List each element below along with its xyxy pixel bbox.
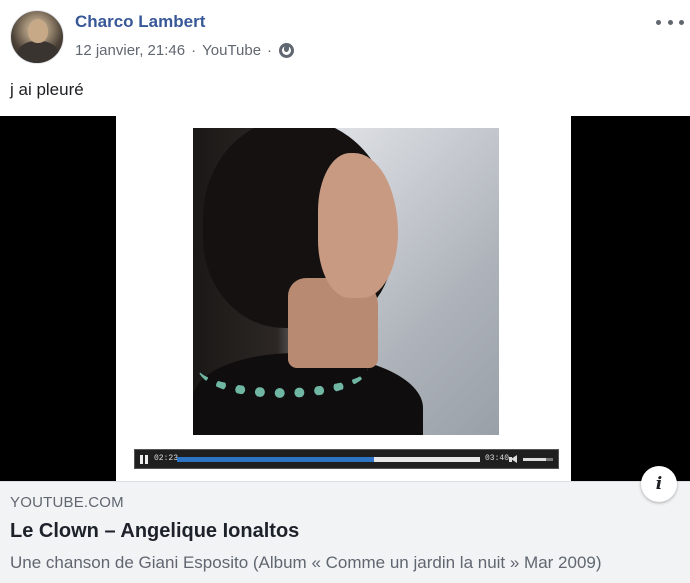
duration: 03:40 xyxy=(485,454,510,463)
progress-fill xyxy=(177,457,374,462)
meta-separator: · xyxy=(191,42,197,59)
post-header: Charco Lambert 12 janvier, 21:46 · YouTu… xyxy=(0,0,690,70)
globe-icon[interactable] xyxy=(279,43,295,58)
post-text: j ai pleuré xyxy=(10,80,84,99)
more-options-button[interactable] xyxy=(656,14,684,30)
post-source[interactable]: YouTube xyxy=(202,42,261,59)
link-description: Une chanson de Giani Esposito (Album « C… xyxy=(10,553,602,572)
avatar[interactable] xyxy=(10,10,64,64)
pause-icon[interactable] xyxy=(140,455,148,464)
author-name[interactable]: Charco Lambert xyxy=(75,12,205,32)
dot-icon xyxy=(656,19,661,25)
progress-track[interactable] xyxy=(177,457,480,462)
volume-fill xyxy=(523,458,546,461)
video-player-bar: 02:23 03:40 xyxy=(134,449,559,469)
info-button[interactable]: i xyxy=(641,466,677,502)
meta-separator: · xyxy=(267,42,273,59)
link-title[interactable]: Le Clown – Angelique Ionaltos xyxy=(10,520,299,543)
post-meta: 12 janvier, 21:46 · YouTube · xyxy=(75,42,295,59)
volume-icon[interactable] xyxy=(509,455,518,464)
volume-slider[interactable] xyxy=(523,458,553,461)
current-time: 02:23 xyxy=(154,454,179,463)
video-frame: 02:23 03:40 xyxy=(116,116,571,481)
link-domain: YOUTUBE.COM xyxy=(10,494,124,511)
link-preview-card[interactable]: YOUTUBE.COM Le Clown – Angelique Ionalto… xyxy=(0,481,690,583)
video-embed[interactable]: 02:23 03:40 xyxy=(0,116,690,481)
video-thumbnail xyxy=(193,128,499,435)
dot-icon xyxy=(667,19,673,25)
post-timestamp[interactable]: 12 janvier, 21:46 xyxy=(75,42,185,59)
dot-icon xyxy=(679,19,684,25)
